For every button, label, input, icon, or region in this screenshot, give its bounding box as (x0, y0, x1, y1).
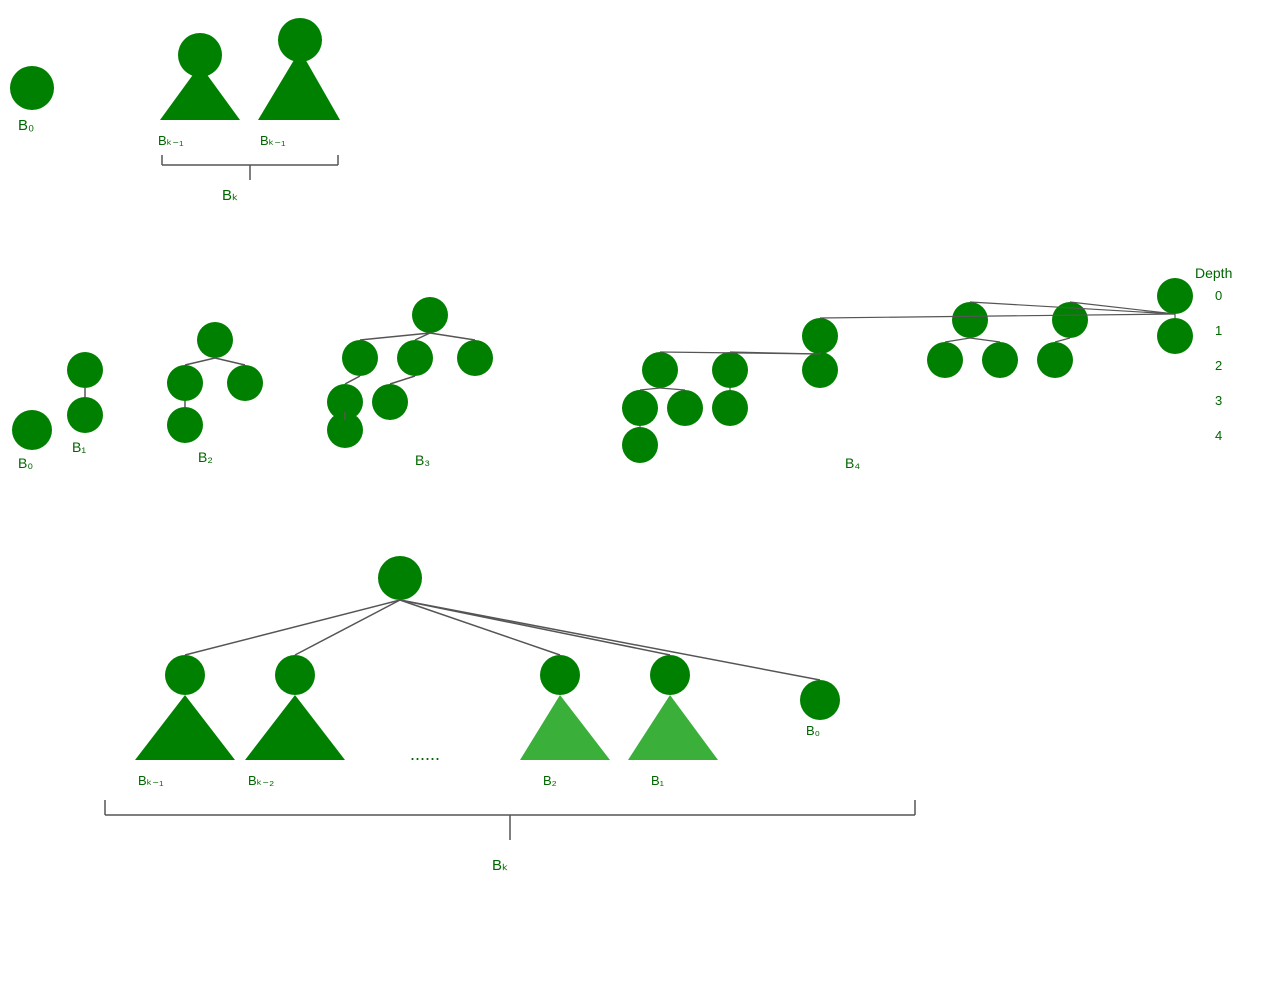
bot-ellipsis: ...... (410, 744, 440, 764)
bot-line-b0 (400, 600, 820, 680)
mid-b4-d2-1-line1 (640, 388, 660, 390)
depth-4: 4 (1215, 428, 1222, 443)
mid-b2-c1 (167, 365, 203, 401)
mid-b4-r-d1-1 (820, 314, 1175, 318)
depth-label: Depth (1195, 265, 1232, 281)
mid-b0-node (12, 410, 52, 450)
mid-b4-label: B₄ (845, 455, 860, 471)
mid-b4-d4-1 (622, 427, 658, 463)
mid-b4-d1-2-line2 (970, 338, 1000, 342)
depth-3: 3 (1215, 393, 1222, 408)
mid-b3-ll1-line (345, 376, 360, 384)
mid-b4-d1-3-line1 (1055, 338, 1070, 342)
bot-b1-label: B₁ (651, 773, 665, 788)
bk1-left-label: Bₖ₋₁ (158, 133, 184, 148)
depth-1: 1 (1215, 323, 1222, 338)
bot-bk2-label: Bₖ₋₂ (248, 773, 274, 788)
mid-b4-d3-1 (622, 390, 658, 426)
bot-bk1-circle (165, 655, 205, 695)
bot-bk2-triangle (245, 695, 345, 760)
mid-b4-d2-6 (1037, 342, 1073, 378)
mid-b4-d3-3 (712, 390, 748, 426)
mid-b2-label: B₂ (198, 449, 213, 465)
mid-b4-d1-4 (1157, 318, 1193, 354)
mid-b3-ll2 (372, 384, 408, 420)
bot-bk2-circle (275, 655, 315, 695)
mid-b2-root (197, 322, 233, 358)
mid-b1-child (67, 397, 103, 433)
mid-b4-d2-1 (642, 352, 678, 388)
mid-b3-root (412, 297, 448, 333)
depth-0: 0 (1215, 288, 1222, 303)
bot-bk1-label: Bₖ₋₁ (138, 773, 164, 788)
mid-b2-c3 (167, 407, 203, 443)
mid-b4-d1-2 (952, 302, 988, 338)
bot-b1-triangle (628, 695, 718, 760)
bot-b2-label: B₂ (543, 773, 557, 788)
bot-line-bk2 (295, 600, 400, 655)
mid-b3-lc (342, 340, 378, 376)
bot-b2-triangle (520, 695, 610, 760)
mid-b3-ll2-line (390, 376, 415, 384)
bot-b1-circle (650, 655, 690, 695)
bot-b0-label: B₀ (806, 723, 820, 738)
mid-b4-d2-2 (712, 352, 748, 388)
bk1-right-label: Bₖ₋₁ (260, 133, 286, 148)
mid-b4-d2-1-line2 (660, 388, 685, 390)
mid-b4-d2-5 (982, 342, 1018, 378)
mid-b0-label: B₀ (18, 455, 33, 471)
bot-root (378, 556, 422, 600)
mid-b2-line1 (185, 358, 215, 365)
b0-top-label: B₀ (18, 117, 34, 134)
mid-b4-d2-4 (927, 342, 963, 378)
mid-b2-line2 (215, 358, 245, 365)
mid-b3-mc (397, 340, 433, 376)
mid-b3-rc (457, 340, 493, 376)
depth-2: 2 (1215, 358, 1222, 373)
mid-b4-d2-3 (802, 352, 838, 388)
mid-b3-l1 (360, 333, 430, 340)
bot-line-bk1 (185, 600, 400, 655)
bot-bk1-triangle (135, 695, 235, 760)
bk1-right-triangle (258, 50, 340, 120)
mid-b4-root (1157, 278, 1193, 314)
mid-b4-d1-2-line1 (945, 338, 970, 342)
bk1-left-triangle (160, 65, 240, 120)
mid-b1-label: B₁ (72, 439, 86, 455)
mid-b3-label: B₃ (415, 452, 430, 468)
mid-b4-d3-2 (667, 390, 703, 426)
b0-node (10, 66, 54, 110)
bot-bk-label: Bₖ (492, 857, 508, 874)
bot-b2-circle (540, 655, 580, 695)
mid-b1-root (67, 352, 103, 388)
bot-b0-circle (800, 680, 840, 720)
mid-b4-d1-1 (802, 318, 838, 354)
bk-top-label: Bₖ (222, 187, 238, 204)
mid-b2-c2 (227, 365, 263, 401)
mid-b3-l3 (430, 333, 475, 340)
